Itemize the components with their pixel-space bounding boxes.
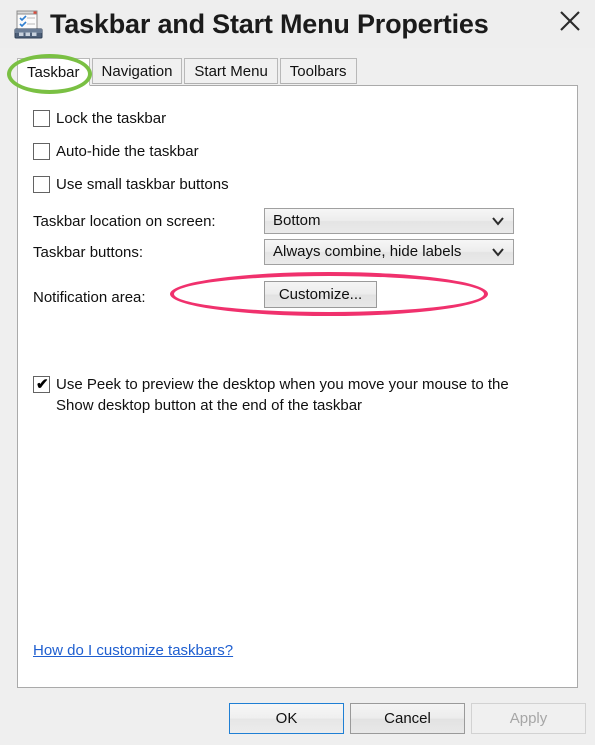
how-do-i-customize-taskbars-link[interactable]: How do I customize taskbars? — [33, 642, 233, 659]
tab-start-menu-label: Start Menu — [194, 63, 268, 80]
checkbox-row-use-peek[interactable]: ✔ Use Peek to preview the desktop when y… — [33, 376, 553, 414]
tab-taskbar-label: Taskbar — [27, 64, 80, 81]
lock-taskbar-checkbox[interactable] — [33, 110, 50, 127]
taskbar-properties-dialog: Taskbar and Start Menu Properties Taskba… — [0, 0, 595, 745]
taskbar-location-label: Taskbar location on screen: — [33, 213, 216, 230]
use-peek-label: Use Peek to preview the desktop when you… — [56, 376, 509, 414]
notification-area-label: Notification area: — [33, 289, 146, 306]
lock-taskbar-label: Lock the taskbar — [56, 110, 167, 127]
auto-hide-taskbar-label: Auto-hide the taskbar — [56, 143, 199, 160]
tab-strip: Taskbar Navigation Start Menu Toolbars — [17, 58, 359, 86]
use-peek-checkbox[interactable]: ✔ — [33, 376, 50, 393]
taskbar-tab-panel: Lock the taskbar Auto-hide the taskbar U… — [17, 85, 578, 688]
ok-button[interactable]: OK — [229, 703, 344, 734]
tab-start-menu[interactable]: Start Menu — [184, 58, 278, 84]
tab-toolbars-label: Toolbars — [289, 63, 347, 80]
chevron-down-icon — [491, 240, 505, 264]
title-bar: Taskbar and Start Menu Properties — [0, 0, 595, 48]
apply-button: Apply — [471, 703, 586, 734]
chevron-down-icon — [491, 209, 505, 233]
tab-taskbar[interactable]: Taskbar — [17, 58, 90, 86]
page-title: Taskbar and Start Menu Properties — [50, 9, 489, 39]
customize-button[interactable]: Customize... — [264, 281, 377, 308]
cancel-button[interactable]: Cancel — [350, 703, 465, 734]
taskbar-location-select[interactable]: Bottom — [264, 208, 514, 234]
tab-toolbars[interactable]: Toolbars — [279, 58, 357, 84]
taskbar-buttons-value: Always combine, hide labels — [273, 243, 462, 260]
taskbar-location-value: Bottom — [273, 212, 321, 229]
check-mark-icon: ✔ — [36, 376, 49, 393]
tab-navigation[interactable]: Navigation — [91, 58, 183, 84]
small-taskbar-buttons-checkbox[interactable] — [33, 176, 50, 193]
taskbar-properties-icon — [14, 10, 44, 40]
taskbar-buttons-label: Taskbar buttons: — [33, 244, 144, 261]
close-icon[interactable] — [546, 0, 595, 42]
auto-hide-taskbar-checkbox[interactable] — [33, 143, 50, 160]
small-taskbar-buttons-label: Use small taskbar buttons — [56, 176, 229, 193]
taskbar-buttons-select[interactable]: Always combine, hide labels — [264, 239, 514, 265]
tab-navigation-label: Navigation — [101, 63, 173, 80]
